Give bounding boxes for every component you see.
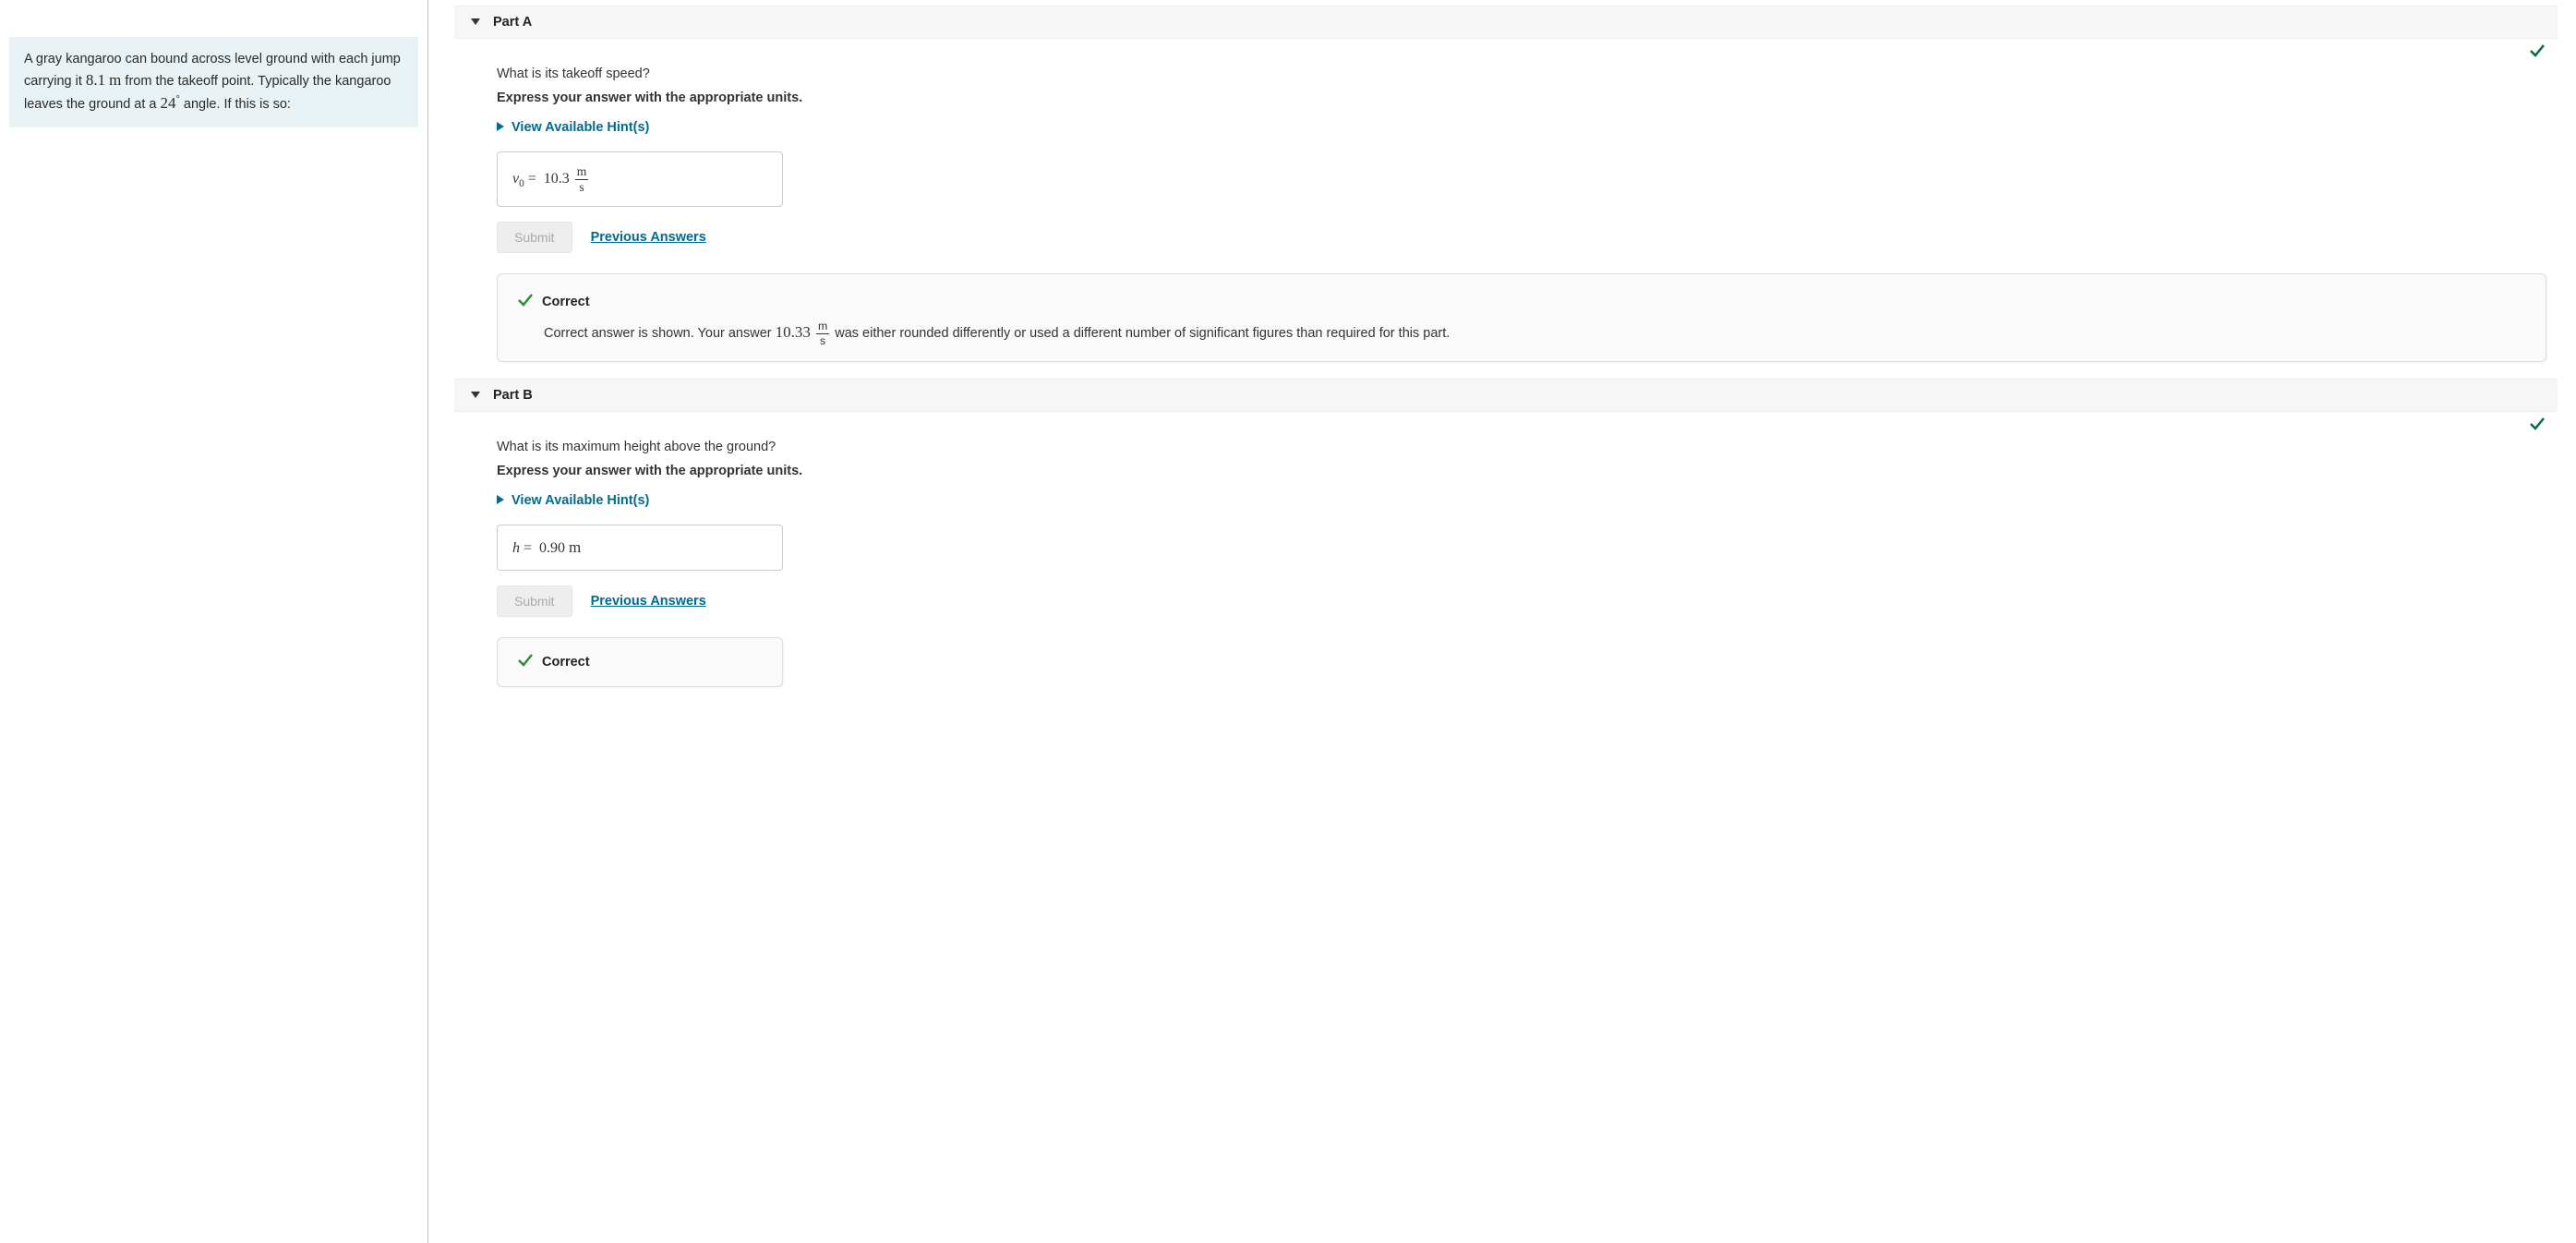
answer-value: 0.90 [539,540,565,556]
part-a-title: Part A [493,15,532,30]
part-b-header[interactable]: Part B [454,379,2558,412]
part-b-status-check-icon [2530,416,2545,435]
part-a: Part A What is its takeoff speed? Expres… [454,6,2558,362]
previous-answers-link[interactable]: Previous Answers [591,594,706,609]
answer-eq: = [524,171,540,187]
submit-button[interactable]: Submit [497,222,572,253]
feedback-text-before: Correct answer is shown. Your answer [544,326,776,341]
view-hints-link[interactable]: View Available Hint(s) [497,120,649,135]
part-a-feedback: Correct Correct answer is shown. Your an… [497,273,2546,362]
hints-label: View Available Hint(s) [512,120,649,135]
answer-eq: = [520,540,536,556]
problem-distance: 8.1 [86,71,105,89]
check-icon [518,649,533,675]
part-b-title: Part B [493,388,533,403]
part-b-feedback: Correct [497,637,783,687]
previous-answers-link[interactable]: Previous Answers [591,230,706,245]
part-a-answer-box: v0 = 10.3 ms [497,151,783,207]
correct-label: Correct [542,652,590,672]
expand-icon [497,493,504,508]
expand-icon [497,120,504,135]
correct-label: Correct [542,292,590,312]
hints-label: View Available Hint(s) [512,493,649,508]
collapse-icon [471,388,480,403]
answer-unit: m [569,538,581,556]
answer-var: h [512,540,520,556]
part-b-instruction: Express your answer with the appropriate… [497,464,2546,478]
problem-angle: 24 [161,94,176,112]
part-b: Part B What is its maximum height above … [454,379,2558,687]
part-a-header[interactable]: Part A [454,6,2558,39]
answer-value: 10.3 [544,171,570,187]
feedback-value: 10.33 [776,323,811,341]
part-a-question: What is its takeoff speed? [497,66,2546,81]
problem-text-3: angle. If this is so: [180,97,291,112]
submit-button[interactable]: Submit [497,585,572,617]
view-hints-link[interactable]: View Available Hint(s) [497,493,649,508]
part-a-instruction: Express your answer with the appropriate… [497,91,2546,105]
problem-distance-unit: m [109,71,121,89]
feedback-unit: ms [816,320,829,346]
answer-unit: ms [575,165,589,193]
check-icon [518,289,533,315]
collapse-icon [471,15,480,30]
part-a-status-check-icon [2530,42,2545,62]
feedback-text-after: was either rounded differently or used a… [831,326,1450,341]
part-b-question: What is its maximum height above the gro… [497,440,2546,454]
problem-statement: A gray kangaroo can bound across level g… [9,37,418,127]
part-b-answer-box: h = 0.90 m [497,525,783,571]
